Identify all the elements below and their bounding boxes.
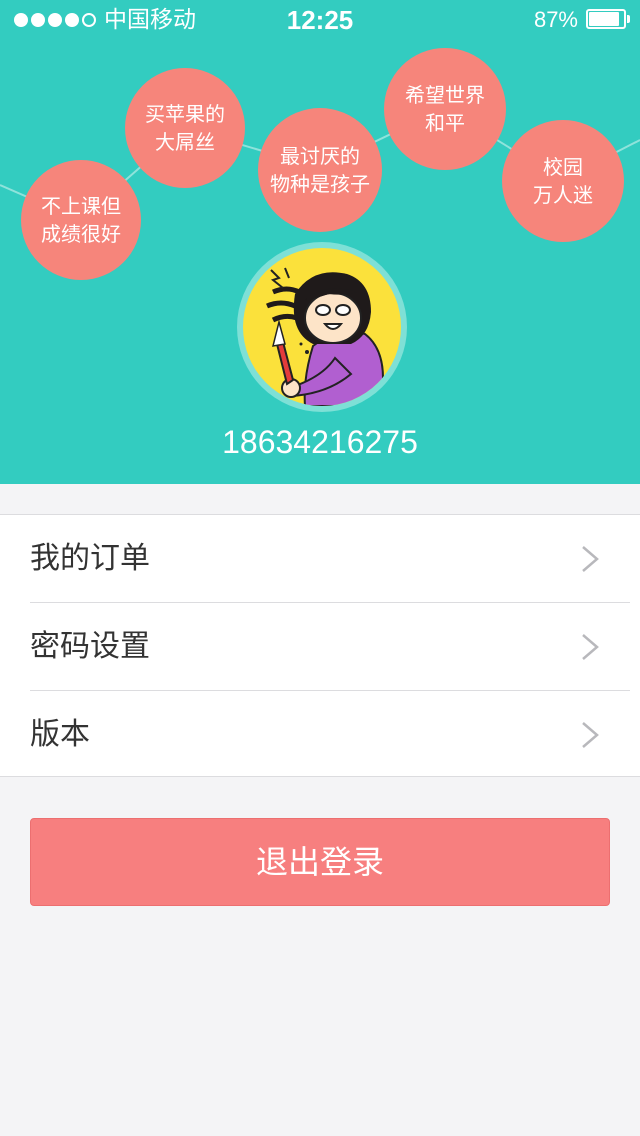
tag-bubble[interactable]: 希望世界 和平 xyxy=(384,48,506,170)
tag-bubble[interactable]: 最讨厌的 物种是孩子 xyxy=(258,108,382,232)
tag-bubble[interactable]: 买苹果的 大屌丝 xyxy=(125,68,245,188)
battery-percent: 87% xyxy=(533,7,578,32)
profile-header: 中国移动 12:25 87% 不上课但 成绩很好 买苹果的 大屌丝 最讨厌的 物… xyxy=(0,0,640,484)
tag-bubble[interactable]: 校园 万人迷 xyxy=(502,120,624,242)
menu-item-password[interactable]: 密码设置 xyxy=(0,603,640,691)
chevron-right-icon xyxy=(582,546,599,572)
phone-number: 18634216275 xyxy=(222,424,418,460)
tag-bubble[interactable]: 不上课但 成绩很好 xyxy=(21,160,141,280)
logout-button[interactable]: 退出登录 xyxy=(30,818,610,906)
avatar[interactable] xyxy=(243,248,401,406)
status-bar: 中国移动 12:25 87% xyxy=(0,0,640,40)
profile-screen: 中国移动 12:25 87% 不上课但 成绩很好 买苹果的 大屌丝 最讨厌的 物… xyxy=(0,0,640,1136)
menu-item-label: 版本 xyxy=(30,717,90,752)
menu-item-label: 密码设置 xyxy=(30,629,150,664)
settings-menu: 我的订单 密码设置 版本 xyxy=(0,514,640,777)
menu-item-orders[interactable]: 我的订单 xyxy=(0,515,640,603)
chevron-right-icon xyxy=(582,634,599,660)
chevron-right-icon xyxy=(582,722,599,748)
cartoon-avatar-icon xyxy=(266,267,384,406)
menu-item-version[interactable]: 版本 xyxy=(0,691,640,779)
menu-item-label: 我的订单 xyxy=(30,541,150,576)
battery-icon xyxy=(586,9,630,29)
